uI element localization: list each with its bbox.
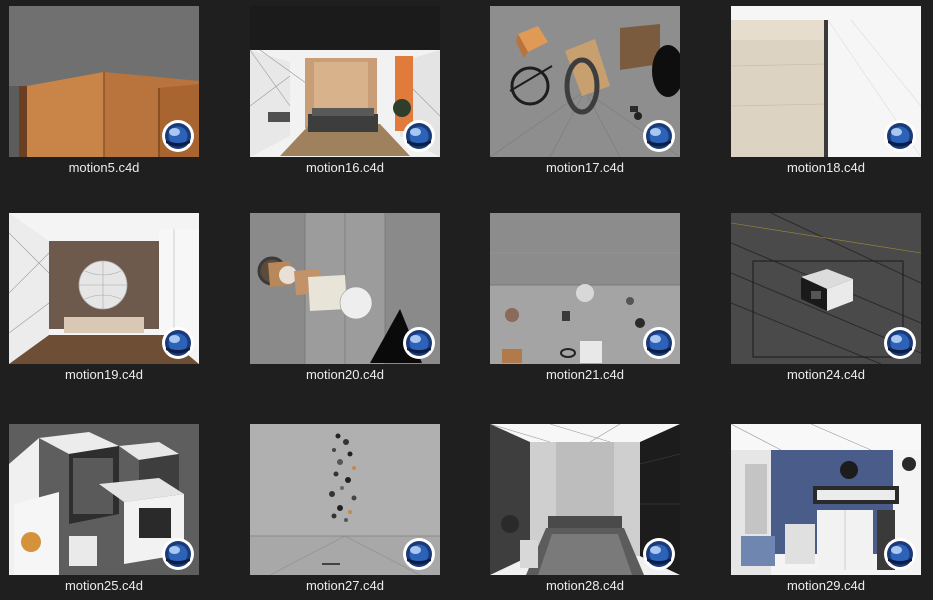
file-name: motion5.c4d [68,160,140,175]
file-name: motion24.c4d [786,367,866,382]
cinema4d-icon [642,537,676,571]
file-name: motion17.c4d [545,160,625,175]
file-tile[interactable]: motion28.c4d [490,424,680,600]
file-thumbnail [9,6,199,157]
cinema4d-icon [161,326,195,360]
file-thumbnail [250,6,440,157]
cinema4d-icon [161,537,195,571]
cinema4d-icon [642,119,676,153]
file-tile[interactable]: motion17.c4d [490,6,680,182]
cinema4d-icon [402,119,436,153]
cinema4d-icon [883,326,917,360]
file-tile[interactable]: motion16.c4d [250,6,440,182]
file-thumbnail [250,424,440,575]
file-thumbnail [490,6,680,157]
file-thumbnail [250,213,440,364]
file-tile[interactable]: motion18.c4d [731,6,921,182]
file-thumbnail [731,6,921,157]
file-tile[interactable]: motion5.c4d [9,6,199,182]
file-thumbnail [9,213,199,364]
file-name: motion16.c4d [305,160,385,175]
file-tile[interactable]: motion21.c4d [490,213,680,389]
file-tile[interactable]: motion27.c4d [250,424,440,600]
file-name: motion29.c4d [786,578,866,593]
file-tile[interactable]: motion29.c4d [731,424,921,600]
cinema4d-icon [161,119,195,153]
file-thumbnail [490,213,680,364]
file-name: motion28.c4d [545,578,625,593]
file-thumbnail [731,424,921,575]
file-name: motion18.c4d [786,160,866,175]
cinema4d-icon [402,537,436,571]
file-tile[interactable]: motion25.c4d [9,424,199,600]
cinema4d-icon [883,537,917,571]
file-name: motion21.c4d [545,367,625,382]
file-name: motion25.c4d [64,578,144,593]
file-thumbnail [9,424,199,575]
file-thumbnail [490,424,680,575]
cinema4d-icon [883,119,917,153]
file-tile[interactable]: motion19.c4d [9,213,199,389]
cinema4d-icon [642,326,676,360]
file-tile[interactable]: motion24.c4d [731,213,921,389]
file-name: motion19.c4d [64,367,144,382]
file-tile[interactable]: motion20.c4d [250,213,440,389]
cinema4d-icon [402,326,436,360]
file-grid: motion5.c4d motion16.c4d motion17.c4d mo… [0,0,933,600]
file-thumbnail [731,213,921,364]
file-name: motion27.c4d [305,578,385,593]
file-name: motion20.c4d [305,367,385,382]
